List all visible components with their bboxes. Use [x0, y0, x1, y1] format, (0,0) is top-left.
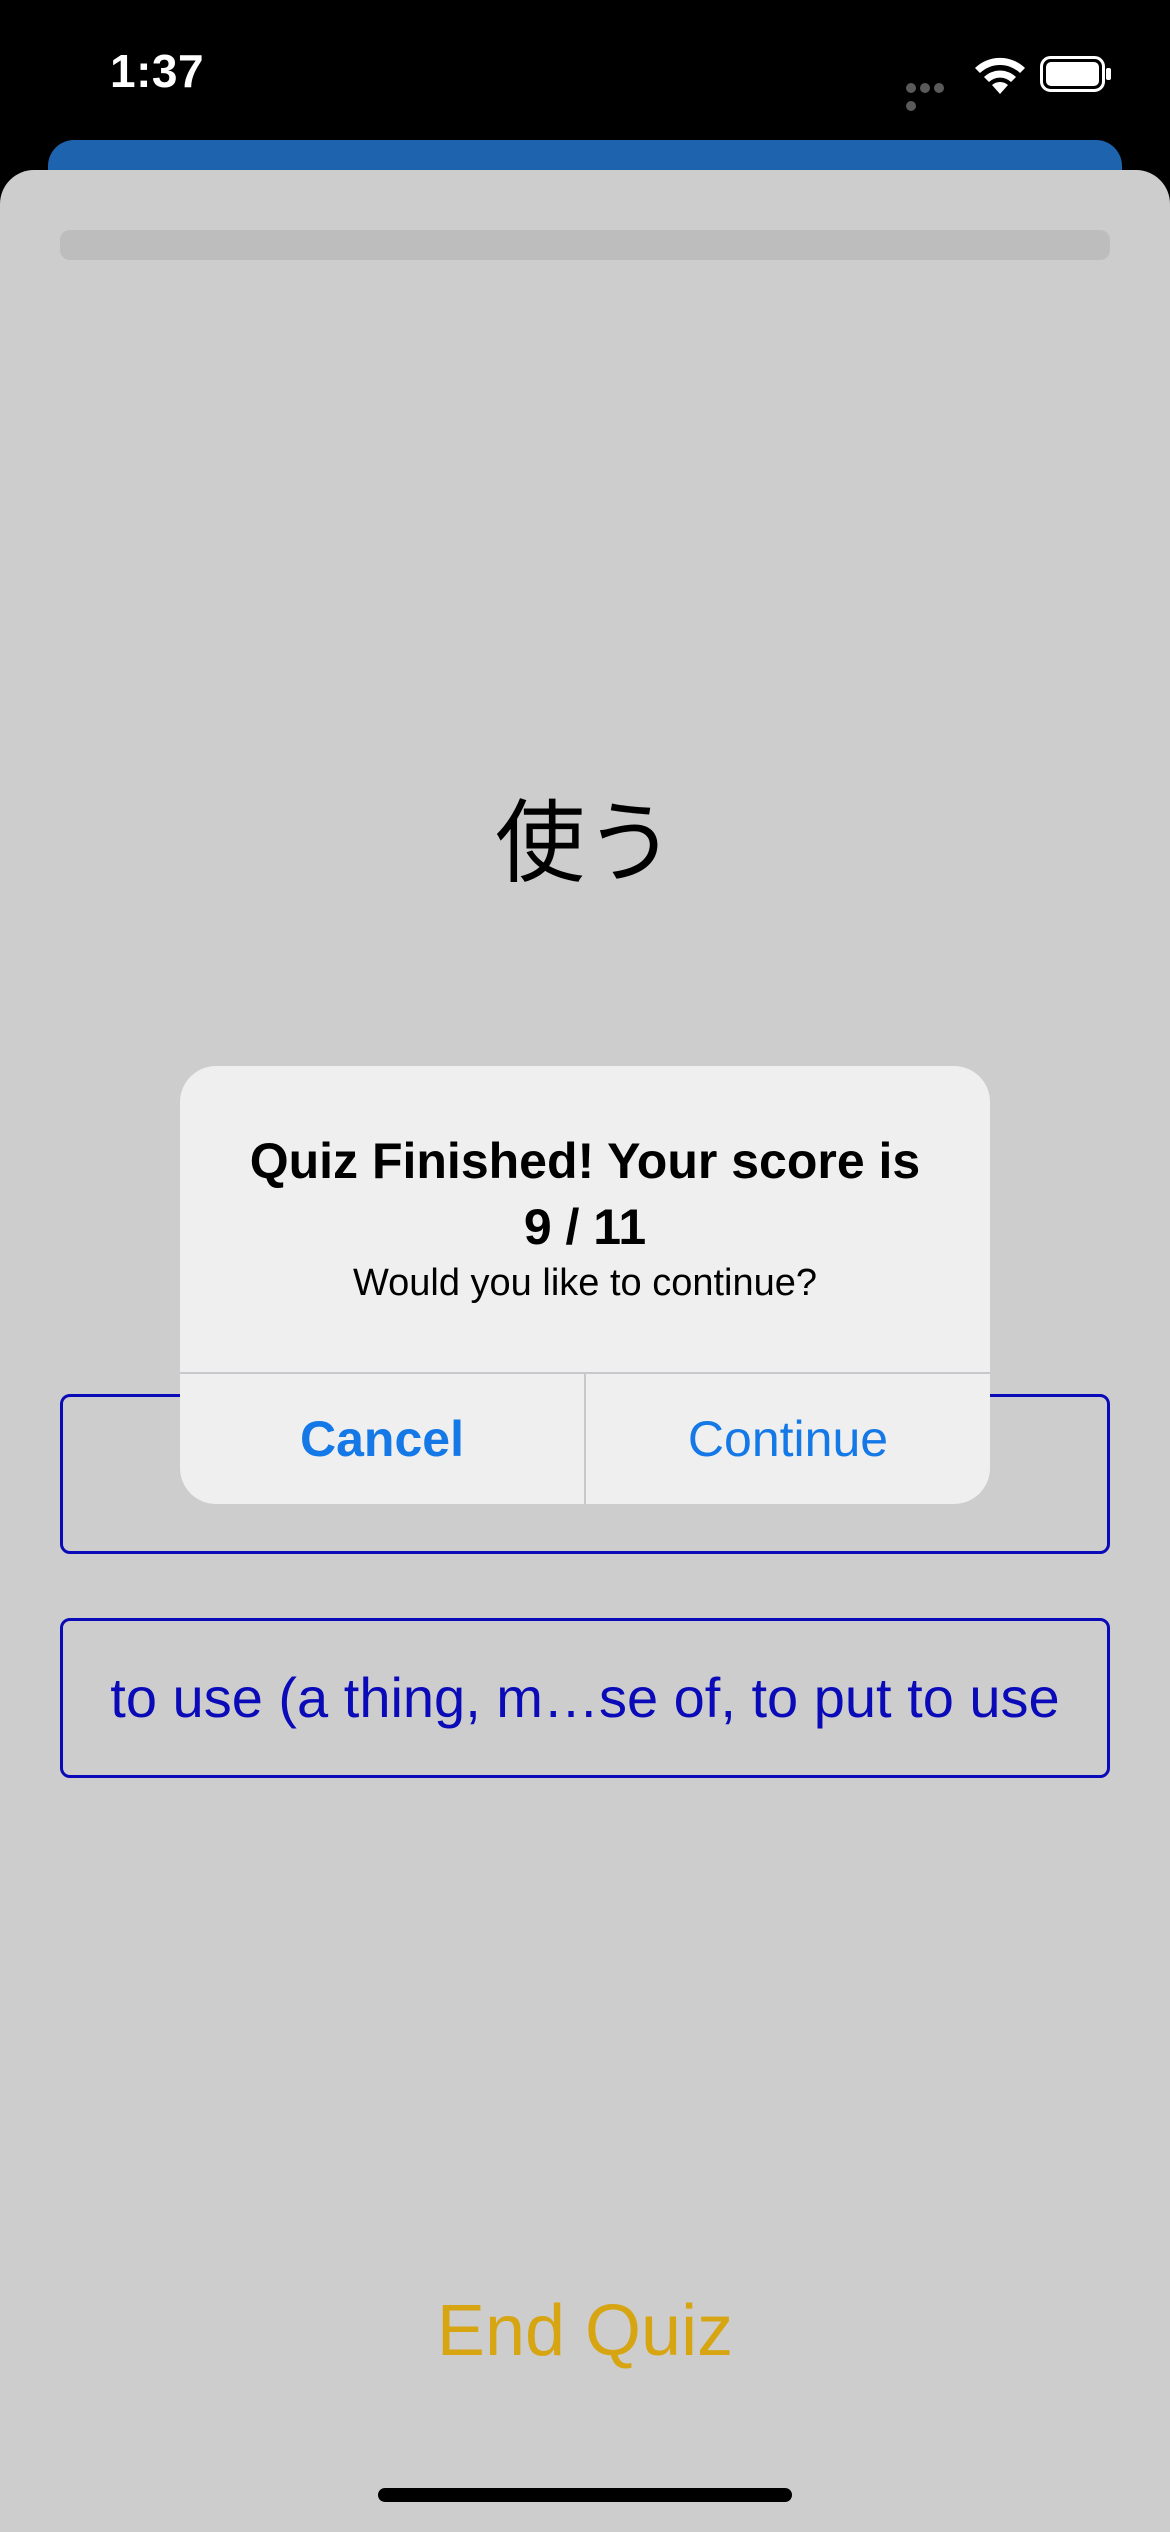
continue-button[interactable]: Continue — [586, 1374, 990, 1504]
answer-button-2[interactable]: to use (a thing, m…se of, to put to use — [60, 1618, 1110, 1778]
end-quiz-button[interactable]: End Quiz — [0, 2290, 1170, 2372]
wifi-icon — [975, 57, 1025, 94]
home-indicator[interactable] — [378, 2488, 792, 2502]
alert-title-line-1: Quiz Finished! Your score is — [249, 1133, 921, 1189]
status-time: 1:37 — [110, 45, 205, 97]
quiz-progress-fill — [60, 230, 1110, 260]
alert-score: 9 / 11 — [523, 1199, 647, 1255]
quiz-progress-bar — [60, 230, 1110, 260]
screen: 1:37 使う to use (a thing, m…se of, to put… — [0, 0, 1170, 2532]
alert-title: Quiz Finished! Your score is 9 / 11 — [220, 1128, 950, 1260]
quiz-finished-alert: Quiz Finished! Your score is 9 / 11 Woul… — [180, 1066, 990, 1504]
status-bar: 1:37 — [0, 0, 1170, 150]
cellular-signal-icon — [906, 80, 960, 111]
question-word: 使う — [495, 791, 675, 896]
cancel-button[interactable]: Cancel — [180, 1374, 584, 1504]
alert-message: Would you like to continue? — [352, 1262, 818, 1304]
battery-icon — [1040, 56, 1111, 92]
